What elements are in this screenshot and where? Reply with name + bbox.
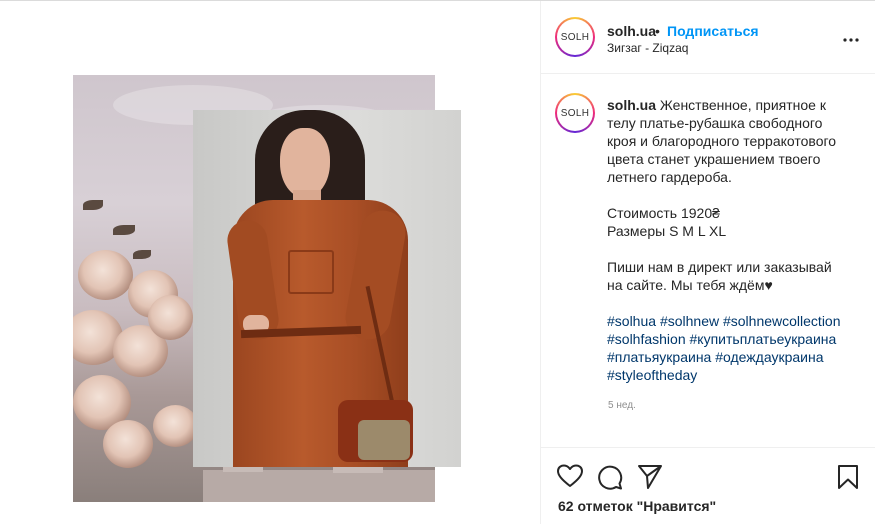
post-sidebar: SOLH solh.ua • Подписаться Зигзаг - Ziqz… (541, 1, 875, 524)
location-link[interactable]: Зигзаг - Ziqzaq (607, 41, 688, 55)
post-header: SOLH solh.ua • Подписаться Зигзаг - Ziqz… (541, 1, 875, 74)
avatar-logo-text: SOLH (557, 19, 593, 55)
hashtag-link[interactable]: #solhnew (660, 313, 719, 329)
hashtag-link[interactable]: #одеждаукраина (715, 349, 823, 365)
heart-icon[interactable] (557, 464, 583, 493)
hashtag-link[interactable]: #solhnewcollection (723, 313, 841, 329)
likes-count[interactable]: 62 отметок "Нравится" (558, 498, 716, 514)
caption-avatar[interactable]: SOLH (555, 93, 595, 133)
paper-plane-icon[interactable] (637, 464, 663, 495)
hashtag-link[interactable]: #платьяукраина (607, 349, 711, 365)
separator-dot: • (655, 23, 660, 39)
hashtag-list: #solhua #solhnew #solhnewcollection #sol… (607, 312, 847, 384)
hashtag-link[interactable]: #купитьплатьеукраина (690, 331, 837, 347)
foreground-photo-model (193, 110, 461, 467)
caption-avatar-logo-text: SOLH (557, 95, 593, 131)
caption-username-link[interactable]: solh.ua (607, 97, 656, 113)
post-caption: solh.ua Женственное, приятное к телу пла… (607, 96, 847, 384)
hashtag-link[interactable]: #solhfashion (607, 331, 686, 347)
caption-sizes: Размеры S M L XL (607, 223, 727, 239)
post-actions-bar: 62 отметок "Нравится" (541, 447, 875, 525)
more-options-icon[interactable] (843, 27, 859, 48)
hashtag-link[interactable]: #solhua (607, 313, 656, 329)
bookmark-icon[interactable] (837, 464, 859, 495)
post-media[interactable] (0, 1, 541, 524)
caption-intro-paragraph: solh.ua Женственное, приятное к телу пла… (607, 96, 847, 186)
post-timestamp[interactable]: 5 нед. (608, 400, 636, 411)
caption-cta: Пиши нам в директ или заказывай на сайте… (607, 259, 832, 293)
caption-price: Стоимость 1920₴ (607, 205, 720, 221)
username-link[interactable]: solh.ua (607, 23, 656, 39)
avatar[interactable]: SOLH (555, 17, 595, 57)
hashtag-link[interactable]: #styleoftheday (607, 367, 697, 383)
comment-icon[interactable] (597, 464, 623, 495)
follow-button[interactable]: Подписаться (667, 23, 759, 39)
